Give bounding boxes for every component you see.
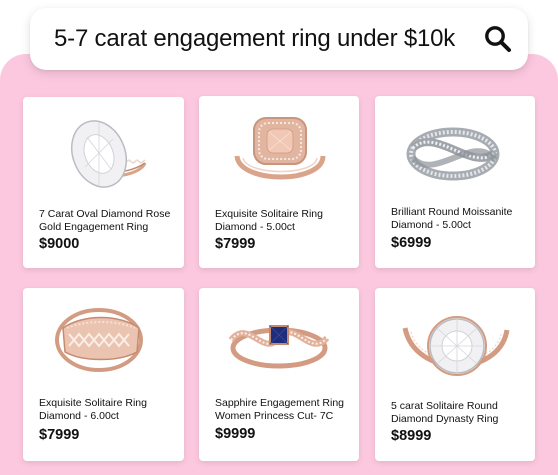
product-price: $7999: [39, 427, 80, 443]
product-card[interactable]: 5 carat Solitaire Round Diamond Dynasty …: [375, 288, 535, 461]
product-title[interactable]: 7 Carat Oval Diamond Rose Gold Engagemen…: [39, 208, 174, 233]
product-card[interactable]: Brilliant Round Moissanite Diamond - 5.0…: [375, 96, 535, 268]
product-title[interactable]: 5 carat Solitaire Round Diamond Dynasty …: [391, 400, 525, 425]
product-price: $8999: [391, 428, 432, 444]
product-title[interactable]: Brilliant Round Moissanite Diamond - 5.0…: [391, 206, 525, 231]
shopping-search-screen: 5-7 carat engagement ring under $10k 7 C…: [0, 0, 558, 475]
product-card[interactable]: Exquisite Solitaire Ring Diamond - 6.00c…: [23, 288, 184, 461]
oval-diamond-ring-image: [23, 97, 184, 197]
product-title[interactable]: Exquisite Solitaire Ring Diamond - 6.00c…: [39, 397, 174, 422]
product-card[interactable]: 7 Carat Oval Diamond Rose Gold Engagemen…: [23, 97, 184, 268]
product-price: $9999: [215, 426, 256, 442]
search-icon[interactable]: [482, 23, 514, 55]
search-query-text[interactable]: 5-7 carat engagement ring under $10k: [54, 25, 455, 53]
round-solitaire-ring-image: [375, 288, 535, 388]
product-card[interactable]: Sapphire Engagement Ring Women Princess …: [199, 288, 359, 461]
search-bar[interactable]: 5-7 carat engagement ring under $10k: [30, 8, 528, 70]
product-price: $7999: [215, 236, 256, 252]
product-title[interactable]: Sapphire Engagement Ring Women Princess …: [215, 397, 349, 422]
crossover-pave-ring-image: [375, 96, 535, 196]
product-card[interactable]: Exquisite Solitaire Ring Diamond - 5.00c…: [199, 96, 359, 268]
cushion-halo-ring-image: [199, 96, 359, 196]
product-price: $9000: [39, 236, 80, 252]
product-title[interactable]: Exquisite Solitaire Ring Diamond - 5.00c…: [215, 208, 349, 233]
lattice-band-ring-image: [23, 288, 184, 388]
sapphire-twist-ring-image: [199, 288, 359, 388]
product-price: $6999: [391, 235, 432, 251]
